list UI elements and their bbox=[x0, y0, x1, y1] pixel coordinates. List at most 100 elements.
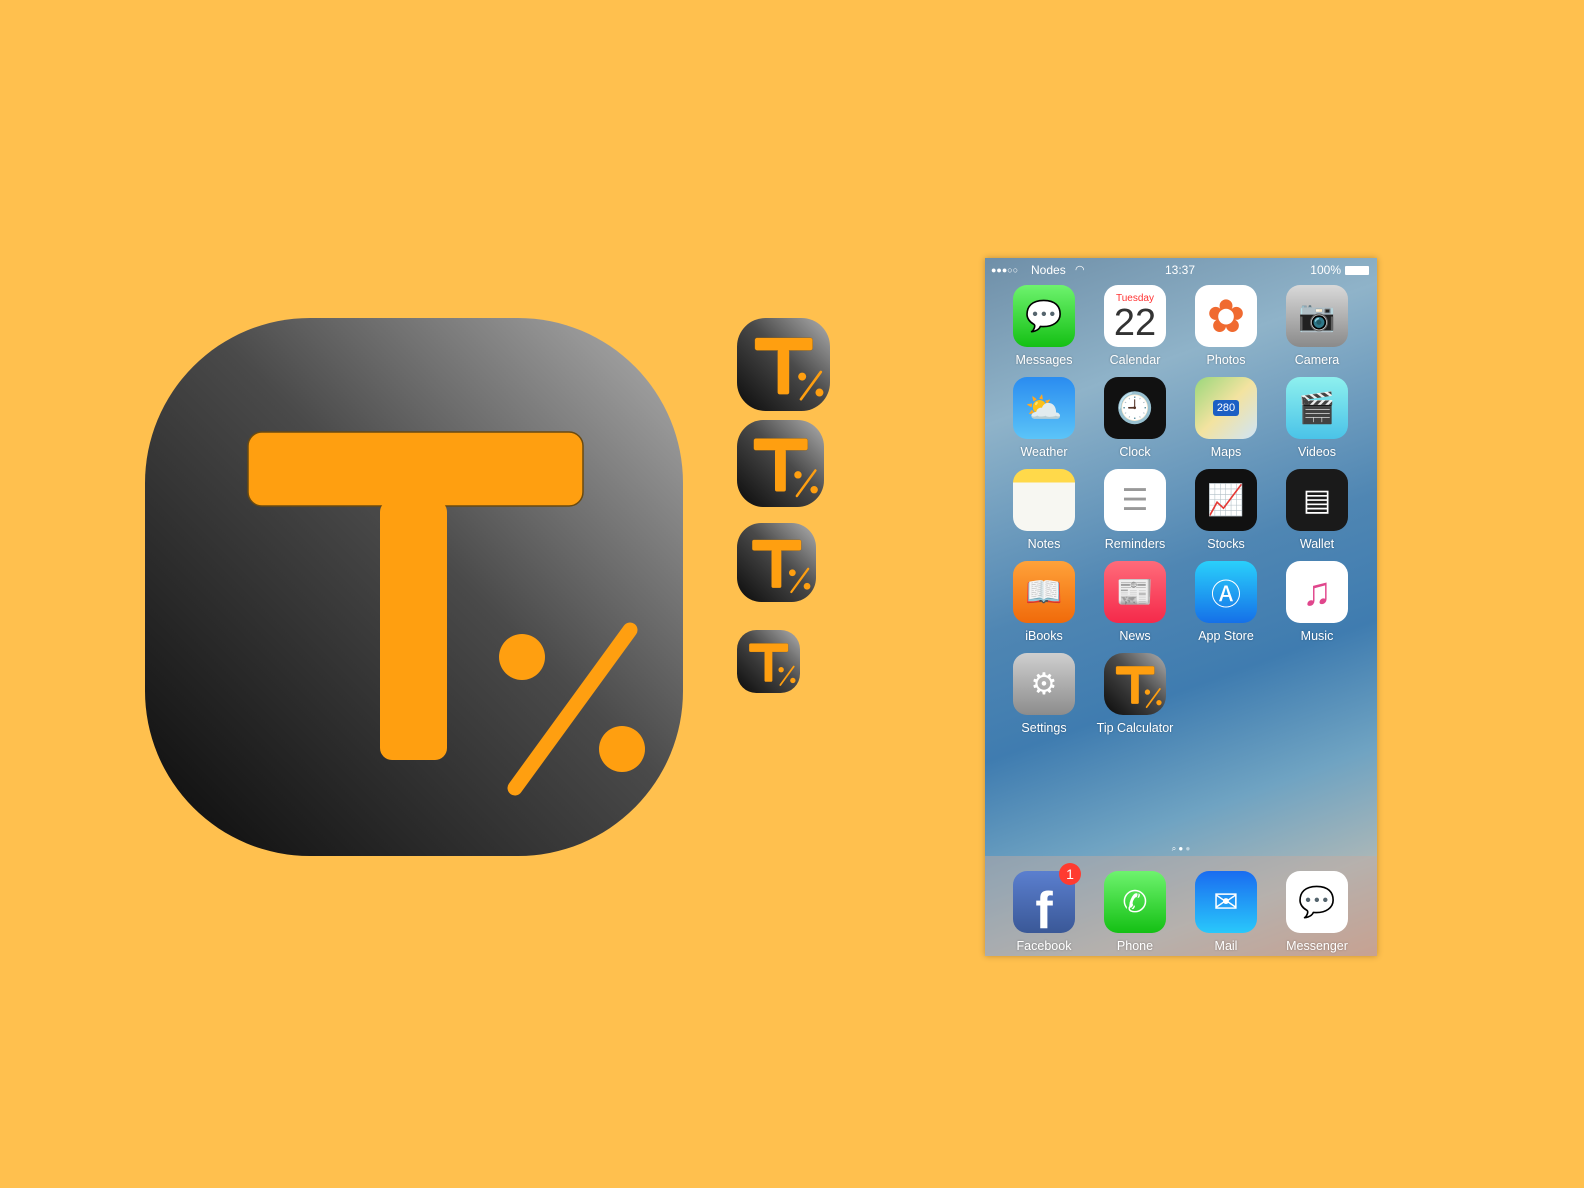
photos-icon: ✿ bbox=[1195, 285, 1257, 347]
app-messages[interactable]: 💬 Messages bbox=[1001, 285, 1087, 367]
clock-time: 13:37 bbox=[1165, 263, 1196, 277]
app-label: iBooks bbox=[1025, 629, 1063, 643]
carrier: Nodes bbox=[1031, 263, 1066, 277]
messenger-icon: 💬 bbox=[1286, 871, 1348, 933]
clock-icon: 🕘 bbox=[1104, 377, 1166, 439]
app-facebook[interactable]: f 1 Facebook bbox=[1001, 863, 1087, 953]
app-label: Calendar bbox=[1109, 353, 1161, 367]
iphone-home-screen: ●●●○○ Nodes ◠ 13:37 100% 💬 Messages Tuesda… bbox=[985, 258, 1377, 956]
ibooks-icon: 📖 bbox=[1013, 561, 1075, 623]
icon-glyph: ♫ bbox=[1302, 569, 1332, 614]
icon-glyph: 🕘 bbox=[1116, 391, 1154, 425]
app-label: Music bbox=[1300, 629, 1334, 643]
app-icon-size-1 bbox=[737, 318, 830, 411]
settings-icon: ⚙ bbox=[1013, 653, 1075, 715]
icon-glyph: ✉ bbox=[1213, 885, 1239, 919]
phone-icon: ✆ bbox=[1104, 871, 1166, 933]
app-store-icon: Ⓐ bbox=[1195, 561, 1257, 623]
icon-glyph: Ⓐ bbox=[1211, 579, 1241, 612]
news-icon: 📰 bbox=[1104, 561, 1166, 623]
app-icon-size-3 bbox=[737, 523, 816, 602]
app-label: Wallet bbox=[1299, 537, 1335, 551]
app-calendar[interactable]: Tuesday 22 Calendar bbox=[1092, 285, 1178, 367]
app-label: Notes bbox=[1027, 537, 1061, 551]
app-videos[interactable]: 🎬 Videos bbox=[1274, 377, 1360, 459]
app-label: Photos bbox=[1206, 353, 1246, 367]
calendar-icon: Tuesday 22 bbox=[1104, 285, 1166, 347]
videos-icon: 🎬 bbox=[1286, 377, 1348, 439]
app-weather[interactable]: ⛅ Weather bbox=[1001, 377, 1087, 459]
app-label: Messages bbox=[1015, 353, 1073, 367]
app-messenger[interactable]: 💬 Messenger bbox=[1274, 871, 1360, 953]
app-label: News bbox=[1119, 629, 1151, 643]
status-bar: ●●●○○ Nodes ◠ 13:37 100% bbox=[985, 262, 1377, 278]
app-label: Reminders bbox=[1104, 537, 1166, 551]
app-label: App Store bbox=[1198, 629, 1254, 643]
icon-glyph: 🎬 bbox=[1298, 391, 1336, 425]
battery-percent: 100% bbox=[1310, 263, 1341, 277]
app-label: Tip Calculator bbox=[1096, 721, 1174, 735]
app-label: Settings bbox=[1021, 721, 1067, 735]
signal-strength: ●●●○○ bbox=[991, 265, 1019, 275]
camera-icon: 📷 bbox=[1286, 285, 1348, 347]
app-label: Weather bbox=[1020, 445, 1068, 459]
icon-glyph: 📰 bbox=[1116, 575, 1154, 609]
messages-icon: 💬 bbox=[1013, 285, 1075, 347]
app-label: Messenger bbox=[1286, 939, 1348, 953]
app-tip-calculator[interactable]: Tip Calculator bbox=[1092, 653, 1178, 735]
app-icon-size-2 bbox=[737, 420, 824, 507]
mail-icon: ✉ bbox=[1195, 871, 1257, 933]
notification-badge: 1 bbox=[1059, 863, 1081, 885]
app-mail[interactable]: ✉ Mail bbox=[1183, 871, 1269, 953]
weather-icon: ⛅ bbox=[1013, 377, 1075, 439]
calendar-date: 22 bbox=[1113, 301, 1157, 344]
app-app-store[interactable]: Ⓐ App Store bbox=[1183, 561, 1269, 643]
app-icon-size-4 bbox=[737, 630, 800, 693]
icon-glyph: 📈 bbox=[1207, 483, 1245, 517]
icon-glyph: 💬 bbox=[1298, 885, 1336, 919]
app-ibooks[interactable]: 📖 iBooks bbox=[1001, 561, 1087, 643]
facebook-icon: f1 bbox=[1013, 863, 1081, 940]
app-wallet[interactable]: ▤ Wallet bbox=[1274, 469, 1360, 551]
notes-icon bbox=[1013, 469, 1075, 531]
app-label: Camera bbox=[1294, 353, 1340, 367]
app-label: Phone bbox=[1116, 939, 1154, 953]
page-indicator[interactable]: ⌕ ● ● bbox=[985, 844, 1377, 854]
wifi-icon: ◠ bbox=[1075, 264, 1085, 276]
app-settings[interactable]: ⚙ Settings bbox=[1001, 653, 1087, 735]
app-news[interactable]: 📰 News bbox=[1092, 561, 1178, 643]
app-icon-large bbox=[145, 318, 683, 856]
icon-glyph: ✿ bbox=[1206, 290, 1246, 342]
icon-glyph: ⛅ bbox=[1025, 391, 1063, 425]
stocks-icon: 📈 bbox=[1195, 469, 1257, 531]
app-label: Videos bbox=[1298, 445, 1336, 459]
battery-icon bbox=[1345, 266, 1369, 275]
app-maps[interactable]: 280 Maps bbox=[1183, 377, 1269, 459]
app-label: Facebook bbox=[1016, 939, 1072, 953]
icon-glyph: 📷 bbox=[1298, 299, 1336, 333]
app-phone[interactable]: ✆ Phone bbox=[1092, 871, 1178, 953]
maps-icon: 280 bbox=[1195, 377, 1257, 439]
app-label: Clock bbox=[1119, 445, 1151, 459]
app-label: Stocks bbox=[1207, 537, 1245, 551]
app-music[interactable]: ♫ Music bbox=[1274, 561, 1360, 643]
app-label: Mail bbox=[1214, 939, 1238, 953]
app-reminders[interactable]: ☰ Reminders bbox=[1092, 469, 1178, 551]
app-notes[interactable]: Notes bbox=[1001, 469, 1087, 551]
app-camera[interactable]: 📷 Camera bbox=[1274, 285, 1360, 367]
icon-glyph: 📖 bbox=[1025, 575, 1063, 609]
app-stocks[interactable]: 📈 Stocks bbox=[1183, 469, 1269, 551]
app-clock[interactable]: 🕘 Clock bbox=[1092, 377, 1178, 459]
icon-glyph: 💬 bbox=[1025, 299, 1063, 333]
icon-glyph: ⚙ bbox=[1030, 667, 1058, 701]
icon-glyph: ☰ bbox=[1121, 483, 1149, 517]
tip-calculator-icon bbox=[1104, 653, 1166, 715]
icon-glyph: ✆ bbox=[1122, 885, 1148, 919]
icon-glyph: ▤ bbox=[1302, 483, 1332, 517]
icon-glyph: 280 bbox=[1212, 400, 1240, 416]
app-photos[interactable]: ✿ Photos bbox=[1183, 285, 1269, 367]
app-label: Maps bbox=[1210, 445, 1242, 459]
icon-glyph: f bbox=[1035, 882, 1053, 940]
music-icon: ♫ bbox=[1286, 561, 1348, 623]
wallet-icon: ▤ bbox=[1286, 469, 1348, 531]
